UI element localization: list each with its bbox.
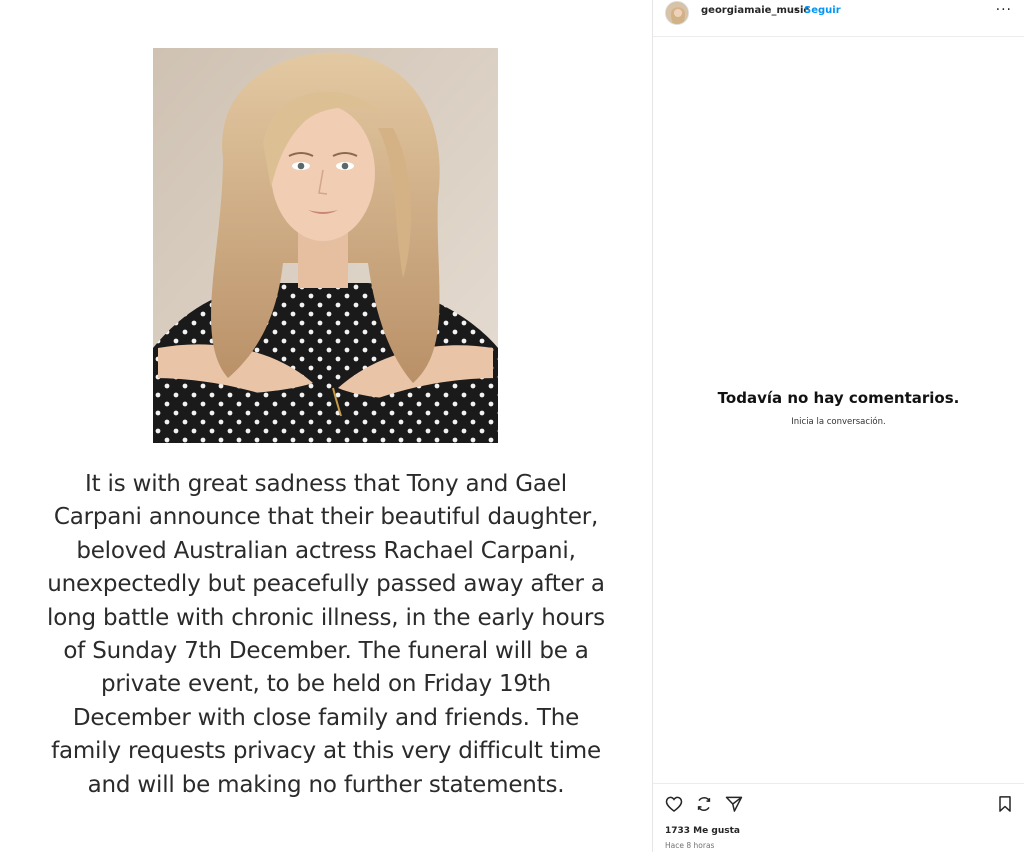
repost-icon[interactable] [694,794,714,814]
likes-count[interactable]: 1733 Me gusta [665,826,740,836]
empty-comments-subtitle: Inicia la conversación. [791,417,886,427]
separator-dot: • [793,5,799,16]
action-bar: 1733 Me gusta Hace 8 horas [653,783,1024,853]
heart-icon[interactable] [664,794,684,814]
post-viewer: It is with great sadness that Tony and G… [0,0,1024,852]
share-icon[interactable] [724,794,744,814]
follow-button[interactable]: Seguir [804,5,841,16]
post-timestamp: Hace 8 horas [665,841,715,850]
post-caption-text: It is with great sadness that Tony and G… [47,471,605,798]
bookmark-icon[interactable] [995,794,1015,814]
empty-comments-title: Todavía no hay comentarios. [717,389,960,407]
more-options-icon[interactable]: ··· [996,2,1012,18]
avatar[interactable] [665,1,689,25]
post-media-panel: It is with great sadness that Tony and G… [0,0,652,852]
portrait-photo [153,48,498,443]
comments-panel: georgiamaie_music • Seguir ··· Todavía n… [653,0,1024,852]
post-header: georgiamaie_music • Seguir ··· [653,0,1024,37]
